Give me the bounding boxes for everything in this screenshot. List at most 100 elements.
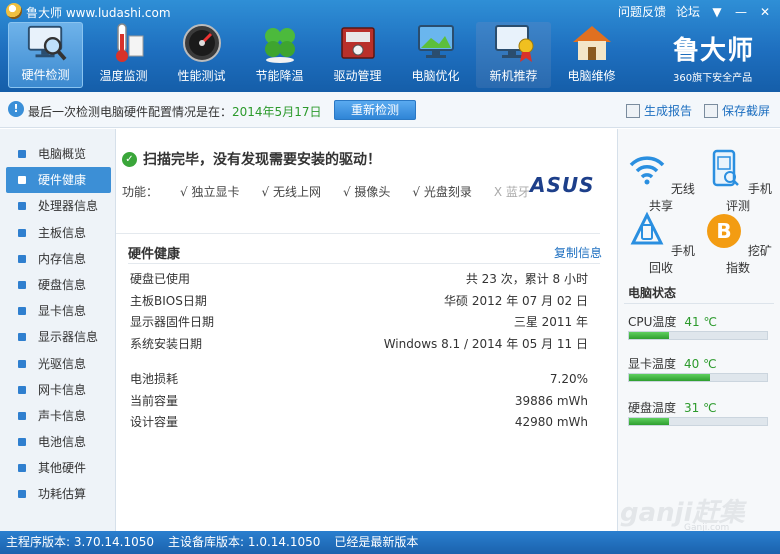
info-icon: ! [8, 101, 24, 117]
speedometer-icon [182, 24, 221, 62]
feature-item: √ 光盘刻录 [412, 185, 472, 199]
pc-status-title: 电脑状态 [628, 286, 677, 300]
minimize-icon[interactable]: — [734, 5, 748, 19]
sidebar-item-power[interactable]: 功耗估算 [0, 481, 115, 507]
sidebar-item-disk[interactable]: 硬盘信息 [0, 272, 115, 298]
divider [624, 303, 774, 304]
tool-temperature[interactable]: 温度监测 [86, 22, 161, 88]
divider [116, 233, 600, 234]
tool-repair[interactable]: 电脑维修 [554, 22, 629, 88]
asus-logo: ASUS [530, 173, 595, 197]
wifi-icon [629, 156, 665, 185]
copy-info-link[interactable]: 复制信息 [554, 244, 602, 261]
temp-bar-fill [629, 418, 670, 425]
row-value: 39886 mWh [514, 393, 588, 408]
battery-rows: 电池损耗 7.20% 当前容量 39886 mWh 设计容量 42980 mWh [130, 369, 588, 434]
thermometer-icon [115, 23, 143, 62]
temp-value: 41 ℃ [684, 315, 717, 329]
feature-list: 功能： √ 独立显卡 √ 无线上网 √ 摄像头 √ 光盘刻录 X 蓝牙 [122, 183, 530, 200]
table-row: 电池损耗 7.20% [130, 369, 588, 391]
sidebar-item-optical[interactable]: 光驱信息 [0, 351, 115, 377]
tool-label: 电脑维修 [567, 69, 616, 83]
sidebar-item-display[interactable]: 显示器信息 [0, 324, 115, 350]
forum-link[interactable]: 论坛 [676, 3, 700, 20]
mining-index-button[interactable]: B 挖矿指数 [703, 211, 773, 276]
title-links: 问题反馈 论坛 ▼ — ✕ [618, 3, 772, 20]
tool-performance[interactable]: 性能测试 [164, 22, 239, 88]
last-check-date: 2014年5月17日 [232, 105, 322, 119]
temp-name: CPU温度 [628, 315, 677, 329]
sidebar-item-battery[interactable]: 电池信息 [0, 429, 115, 455]
feedback-link[interactable]: 问题反馈 [618, 3, 666, 20]
app-logo-icon [6, 3, 22, 19]
tool-hardware-detect[interactable]: 硬件检测 [8, 22, 83, 88]
bitcoin-icon: B [707, 214, 742, 248]
temp-name: 硬盘温度 [628, 401, 677, 415]
status-bar: 主程序版本: 3.70.14.1050 主设备库版本: 1.0.14.1050 … [0, 531, 780, 554]
monitor-magnifier-icon [27, 25, 66, 61]
app-header: 鲁大师 www.ludashi.com 问题反馈 论坛 ▼ — ✕ 硬件检测 温… [0, 0, 780, 92]
temp-label: 显卡温度 40 ℃ [628, 355, 773, 373]
main-panel: ✓ 扫描完毕，没有发现需要安装的驱动！ 功能： √ 独立显卡 √ 无线上网 √ … [116, 129, 616, 531]
temp-bar-fill [629, 332, 670, 339]
sidebar-item-network[interactable]: 网卡信息 [0, 377, 115, 403]
sidebar-item-cpu[interactable]: 处理器信息 [0, 193, 115, 219]
temp-value: 31 ℃ [684, 401, 717, 415]
features-label: 功能： [122, 185, 159, 199]
recycle-icon [630, 211, 664, 245]
table-row: 设计容量 42980 mWh [130, 412, 588, 434]
tool-optimize[interactable]: 电脑优化 [398, 22, 473, 88]
row-value: 共 23 次，累计 8 小时 [465, 272, 588, 286]
temp-bar-fill [629, 374, 711, 381]
wifi-share-button[interactable]: 无线共享 [626, 149, 696, 214]
generate-report-button[interactable]: 生成报告 [626, 102, 692, 119]
row-value: 7.20% [549, 372, 588, 386]
sidebar-list: 电脑概览 硬件健康 处理器信息 主板信息 内存信息 硬盘信息 显卡信息 显示器信… [0, 129, 115, 508]
temp-bar [628, 331, 768, 340]
sidebar-item-motherboard[interactable]: 主板信息 [0, 220, 115, 246]
monitor-medal-icon [494, 25, 533, 62]
scan-message: 扫描完毕，没有发现需要安装的驱动！ [143, 152, 381, 168]
save-screenshot-button[interactable]: 保存截屏 [704, 102, 770, 119]
divider [128, 263, 600, 264]
driver-box-icon [340, 27, 375, 59]
sidebar-item-other[interactable]: 其他硬件 [0, 455, 115, 481]
temp-label: CPU温度 41 ℃ [628, 313, 773, 331]
clover-icon [264, 28, 295, 63]
disk-temp: 硬盘温度 31 ℃ [628, 399, 773, 426]
info-bar: ! 最后一次检测电脑硬件配置情况是在：2014年5月17日 重新检测 生成报告 … [0, 92, 780, 128]
row-label: 系统安装日期 [130, 336, 203, 351]
gpu-temp: 显卡温度 40 ℃ [628, 355, 773, 382]
table-row: 主板BIOS日期 华硕 2012 年 07 月 02 日 [130, 291, 588, 313]
row-label: 设计容量 [130, 415, 179, 429]
row-label: 当前容量 [130, 393, 179, 408]
last-check-text: 最后一次检测电脑硬件配置情况是在：2014年5月17日 [28, 103, 321, 120]
menu-dropdown-icon[interactable]: ▼ [710, 5, 724, 19]
phone-test-button[interactable]: 手机评测 [703, 149, 773, 214]
temp-bar [628, 373, 768, 382]
screenshot-label: 保存截屏 [722, 104, 771, 118]
brand-subtitle: 360旗下安全产品 [672, 73, 753, 84]
health-rows: 硬盘已使用 共 23 次，累计 8 小时 主板BIOS日期 华硕 2012 年 … [130, 269, 588, 355]
tool-energy-save[interactable]: 节能降温 [242, 22, 317, 88]
tool-new-machine[interactable]: 新机推荐 [476, 22, 551, 88]
main-toolbar: 硬件检测 温度监测 性能测试 节能降温 驱动管理 电脑优化 新机推荐 电脑维修 [8, 22, 632, 88]
feature-item-disabled: X 蓝牙 [493, 185, 530, 199]
sidebar-item-hardware-health[interactable]: 硬件健康 [6, 167, 111, 194]
tool-label: 硬件检测 [21, 68, 70, 82]
db-version: 主设备库版本: 1.0.14.1050 [168, 535, 321, 549]
temp-label: 硬盘温度 31 ℃ [628, 399, 773, 417]
row-value: Windows 8.1 / 2014 年 05 月 11 日 [383, 336, 588, 351]
tool-driver-manage[interactable]: 驱动管理 [320, 22, 395, 88]
sidebar-item-gpu[interactable]: 显卡信息 [0, 298, 115, 324]
brand-block: 鲁大师 360旗下安全产品 [673, 30, 754, 84]
sidebar-item-sound[interactable]: 声卡信息 [0, 403, 115, 429]
recheck-button[interactable]: 重新检测 [334, 100, 416, 120]
app-title: 鲁大师 www.ludashi.com [26, 6, 171, 20]
sidebar-item-memory[interactable]: 内存信息 [0, 246, 115, 272]
close-icon[interactable]: ✕ [758, 5, 772, 19]
feature-item: √ 摄像头 [342, 185, 391, 199]
phone-recycle-button[interactable]: 手机回收 [626, 211, 696, 276]
tool-label: 节能降温 [255, 69, 304, 83]
sidebar-item-overview[interactable]: 电脑概览 [0, 141, 115, 167]
